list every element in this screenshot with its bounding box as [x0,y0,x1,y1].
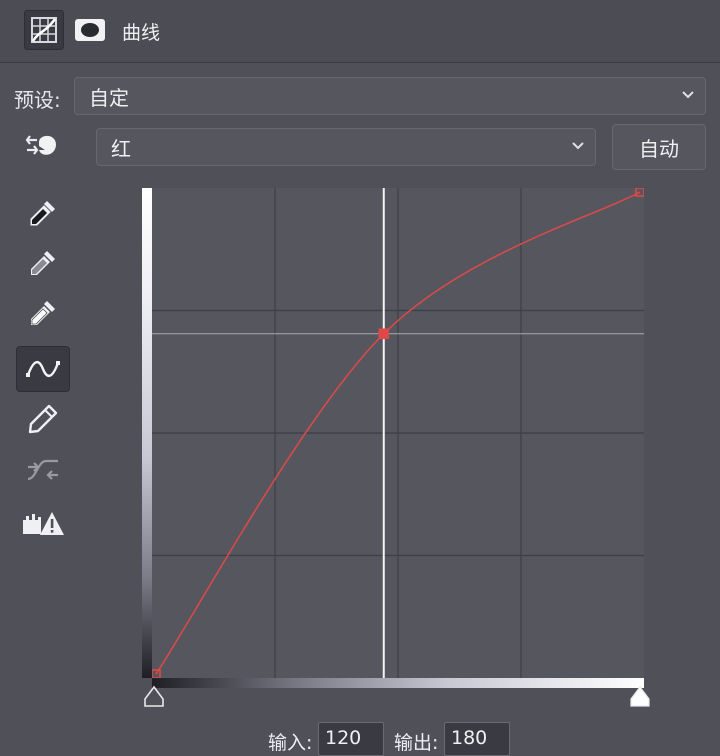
input-gradient-bar [152,678,644,688]
curve-point-edit-icon[interactable] [16,346,70,392]
output-field[interactable]: 180 [444,722,510,756]
channel-select[interactable]: 红 [96,128,596,166]
gray-point-eyedropper-icon[interactable] [16,240,70,286]
curves-chart[interactable] [151,187,645,679]
smooth-curve-icon[interactable] [16,446,70,492]
auto-button[interactable]: 自动 [612,124,706,170]
curve-point-selected[interactable] [378,328,390,340]
panel-title: 曲线 [122,22,161,44]
input-field[interactable]: 120 [318,722,384,756]
chevron-down-icon [682,91,694,99]
black-point-slider-handle[interactable] [142,685,166,709]
input-label: 输入: [268,732,313,754]
layer-mask-icon[interactable] [70,10,110,50]
on-image-adjust-icon[interactable] [16,124,70,170]
preset-value: 自定 [89,85,129,110]
channel-value: 红 [111,136,131,161]
panel-header: 曲线 [0,0,720,63]
curves-graph[interactable] [151,187,645,679]
clipping-warning-icon[interactable] [16,500,70,546]
output-label: 输出: [394,732,439,754]
curves-adjustment-icon[interactable] [24,10,64,50]
black-point-eyedropper-icon[interactable] [16,190,70,236]
chevron-down-icon [572,142,584,150]
preset-select[interactable]: 自定 [74,77,706,115]
white-point-eyedropper-icon[interactable] [16,290,70,336]
pencil-draw-icon[interactable] [16,396,70,442]
output-gradient-bar [142,188,152,678]
white-point-slider-handle[interactable] [628,685,652,709]
preset-label: 预设: [14,88,61,112]
